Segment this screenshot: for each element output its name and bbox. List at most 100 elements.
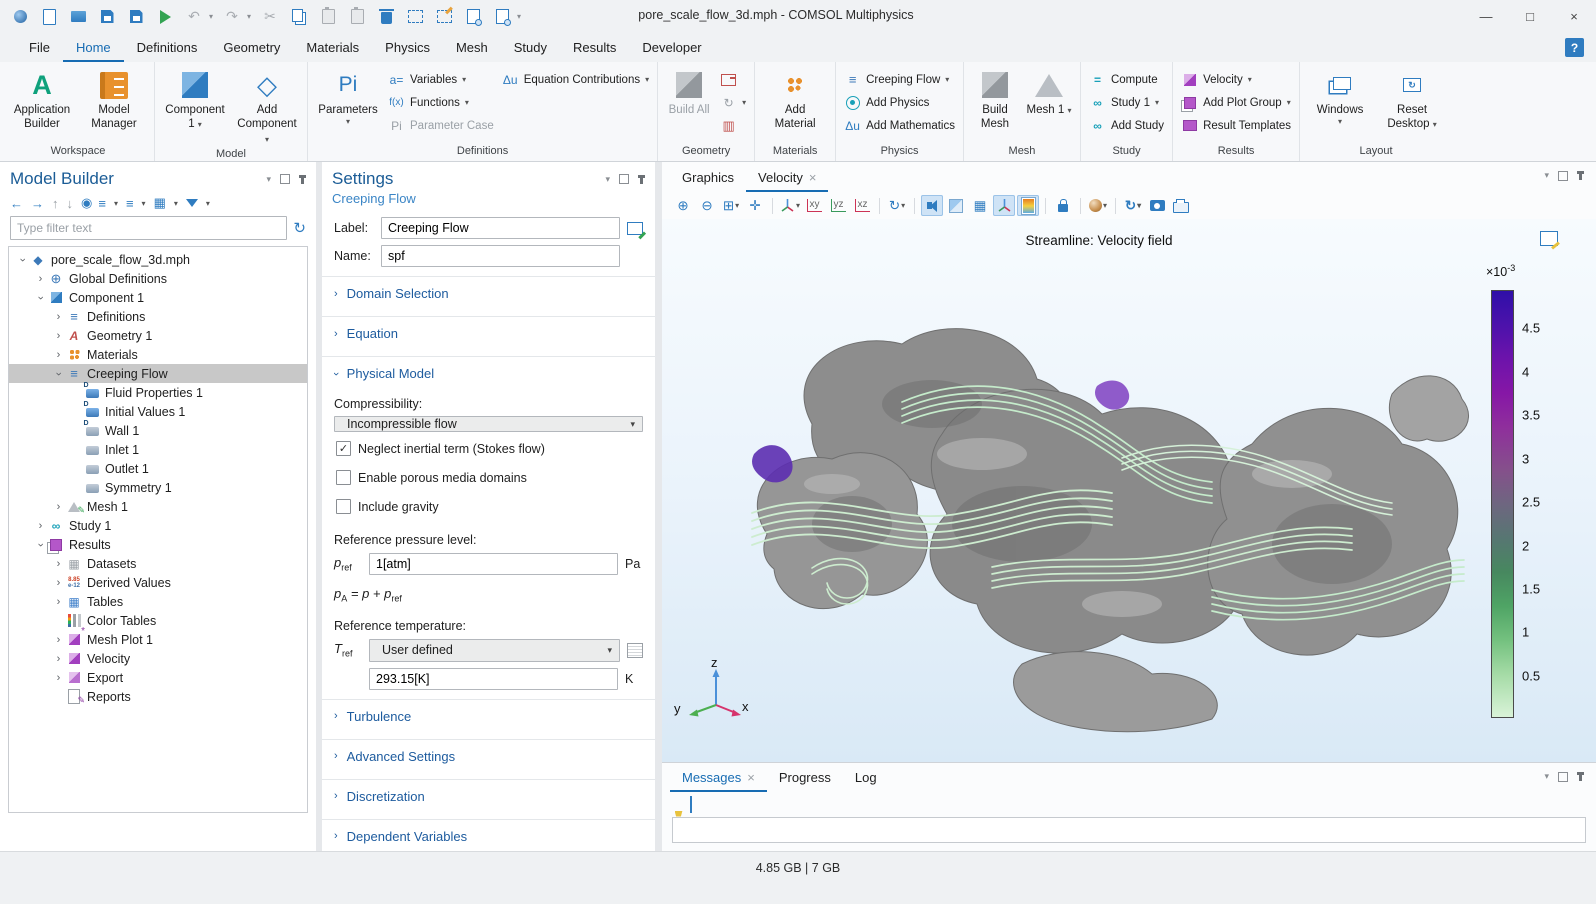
chevron-down-icon[interactable]: ▾ — [142, 199, 146, 208]
pin-panel-icon[interactable] — [1579, 772, 1582, 781]
tree-item-wall1[interactable]: D Wall 1 — [9, 421, 307, 440]
pin-panel-icon[interactable] — [301, 175, 304, 184]
graphics-canvas[interactable]: Streamline: Velocity field — [662, 219, 1596, 762]
panel-menu-icon[interactable]: ▾ — [605, 174, 610, 185]
back-icon[interactable]: ← — [10, 196, 23, 211]
tree-item-global-definitions[interactable]: › ⊕ Global Definitions — [9, 269, 307, 288]
clear-messages-icon[interactable] — [674, 797, 680, 812]
panel-menu-icon[interactable]: ▾ — [1544, 771, 1549, 782]
customize-toolbar-icon[interactable]: ▾ — [517, 12, 521, 21]
forward-icon[interactable]: → — [31, 196, 44, 211]
tree-item-initial-values1[interactable]: D Initial Values 1 — [9, 402, 307, 421]
tab-graphics[interactable]: Graphics — [670, 162, 746, 192]
redo-icon[interactable]: ↷ — [222, 6, 242, 28]
tree-filter-input[interactable] — [10, 216, 287, 240]
label-input[interactable] — [381, 217, 620, 239]
view-xy-icon[interactable]: xy — [803, 195, 825, 216]
filter-icon[interactable] — [186, 199, 198, 207]
add-plot-group-button[interactable]: Add Plot Group▾ — [1181, 94, 1291, 111]
panel-menu-icon[interactable]: ▾ — [1544, 170, 1549, 181]
clear-selection-icon[interactable] — [434, 6, 454, 28]
section-advanced-settings[interactable]: › Advanced Settings — [322, 739, 655, 773]
application-builder-button[interactable]: A Application Builder — [10, 64, 74, 132]
panel-splitter[interactable] — [655, 162, 662, 851]
view-yz-icon[interactable]: yz — [827, 195, 849, 216]
tab-messages[interactable]: Messages × — [670, 763, 767, 792]
reset-desktop-button[interactable]: ↻ Reset Desktop ▾ — [1380, 64, 1444, 132]
panel-menu-icon[interactable]: ▾ — [266, 174, 271, 185]
zoom-in-icon[interactable]: ⊕ — [672, 195, 694, 216]
float-panel-icon[interactable] — [619, 174, 629, 184]
name-input[interactable] — [381, 245, 620, 267]
print-icon[interactable] — [1170, 195, 1192, 216]
chevron-down-icon[interactable]: ▾ — [174, 199, 178, 208]
add-mathematics-button[interactable]: Δu Add Mathematics — [844, 117, 955, 134]
chevron-right-icon[interactable]: › — [51, 672, 66, 684]
float-panel-icon[interactable] — [1558, 772, 1568, 782]
physics-interface-selector[interactable]: ≡ Creeping Flow▾ — [844, 71, 955, 88]
tree-item-outlet1[interactable]: Outlet 1 — [9, 459, 307, 478]
axis-orientation-icon[interactable] — [993, 195, 1015, 216]
paste-icon[interactable] — [318, 6, 338, 28]
tree-item-study1[interactable]: › ∞ Study 1 — [9, 516, 307, 535]
snapshot-icon[interactable] — [1146, 195, 1168, 216]
pin-panel-icon[interactable] — [640, 175, 643, 184]
grid-icon[interactable]: ▦ — [969, 195, 991, 216]
chevron-right-icon[interactable]: › — [51, 596, 66, 608]
cut-icon[interactable]: ✂ — [260, 6, 280, 28]
component1-button[interactable]: Component 1 ▾ — [163, 64, 227, 132]
minimize-button[interactable]: — — [1464, 0, 1508, 33]
mesh1-button[interactable]: Mesh 1 ▾ — [1026, 64, 1072, 117]
view-xz-icon[interactable]: xz — [851, 195, 873, 216]
chevron-right-icon[interactable]: › — [33, 520, 48, 532]
undo-icon[interactable]: ↶ — [184, 6, 204, 28]
color-legend-icon[interactable] — [1017, 195, 1039, 216]
node-columns-icon[interactable]: ▦ — [154, 195, 166, 211]
variables-button[interactable]: a= Variables▾ — [388, 71, 494, 88]
section-physical-model[interactable]: › Physical Model — [322, 356, 655, 390]
build-mesh-button[interactable]: Build Mesh — [972, 64, 1018, 132]
save-as-icon[interactable] — [126, 6, 146, 28]
chevron-down-icon[interactable]: › — [17, 252, 29, 267]
find-replace-icon[interactable] — [492, 6, 512, 28]
menu-file[interactable]: File — [16, 33, 63, 62]
menu-mesh[interactable]: Mesh — [443, 33, 501, 62]
expand-all-icon[interactable]: ≡ — [126, 196, 134, 211]
menu-geometry[interactable]: Geometry — [210, 33, 293, 62]
tree-item-geometry1[interactable]: › A Geometry 1 — [9, 326, 307, 345]
menu-developer[interactable]: Developer — [629, 33, 714, 62]
equation-contributions-button[interactable]: Δu Equation Contributions▾ — [502, 71, 649, 88]
chevron-right-icon[interactable]: › — [51, 349, 66, 361]
chevron-down-icon[interactable]: › — [35, 537, 47, 552]
chevron-right-icon[interactable]: › — [51, 330, 66, 342]
checkbox-unchecked-icon[interactable] — [336, 470, 351, 485]
compressibility-select[interactable]: Incompressible flow ▾ — [334, 416, 643, 432]
section-domain-selection[interactable]: › Domain Selection — [322, 276, 655, 310]
message-window-icon[interactable] — [690, 797, 692, 812]
menu-materials[interactable]: Materials — [293, 33, 372, 62]
tree-item-fluid-properties1[interactable]: D Fluid Properties 1 — [9, 383, 307, 402]
messages-output[interactable] — [672, 817, 1586, 843]
section-dependent-variables[interactable]: › Dependent Variables — [322, 819, 655, 853]
section-equation[interactable]: › Equation — [322, 316, 655, 350]
float-panel-icon[interactable] — [1558, 171, 1568, 181]
compute-button[interactable]: = Compute — [1089, 71, 1164, 88]
add-component-button[interactable]: ◇ Add Component ▾ — [235, 64, 299, 146]
menu-home[interactable]: Home — [63, 33, 124, 62]
section-discretization[interactable]: › Discretization — [322, 779, 655, 813]
add-physics-button[interactable]: Add Physics — [844, 94, 955, 111]
chevron-right-icon[interactable]: › — [51, 558, 66, 570]
tab-progress[interactable]: Progress — [767, 763, 843, 792]
chevron-down-icon[interactable]: › — [35, 290, 47, 305]
redo-dropdown-icon[interactable]: ▾ — [247, 12, 251, 21]
move-down-icon[interactable]: ↓ — [67, 196, 74, 211]
tree-item-definitions[interactable]: › ≡ Definitions — [9, 307, 307, 326]
study1-button[interactable]: ∞ Study 1▾ — [1089, 94, 1164, 111]
find-icon[interactable] — [463, 6, 483, 28]
tree-item-materials[interactable]: › Materials — [9, 345, 307, 364]
go-to-view-icon[interactable]: ▾ — [779, 195, 801, 216]
zoom-box-icon[interactable]: ⊞▾ — [720, 195, 742, 216]
rotate-view-icon[interactable]: ↻▾ — [886, 195, 908, 216]
temperature-input[interactable] — [369, 668, 618, 690]
temperature-list-button[interactable] — [627, 643, 643, 658]
